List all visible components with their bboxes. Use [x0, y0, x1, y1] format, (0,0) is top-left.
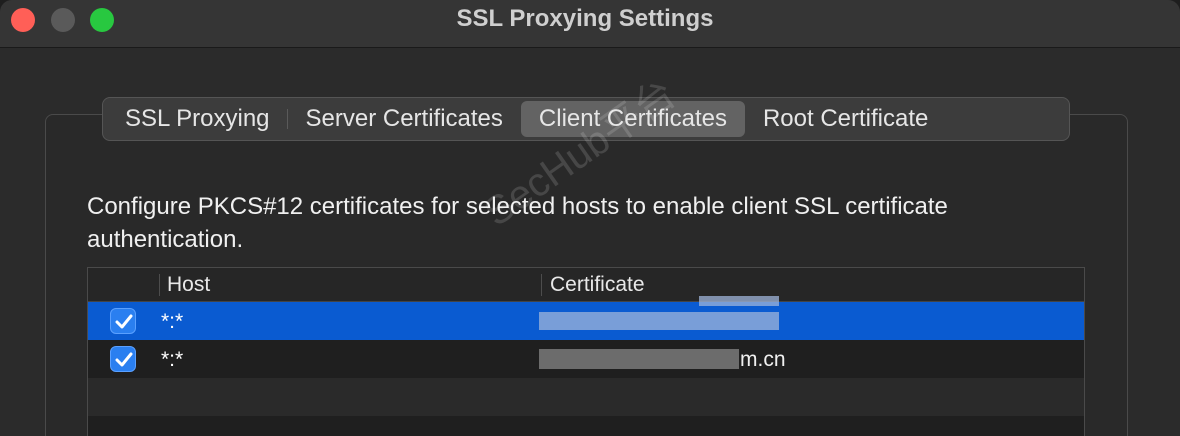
- host-cell: *:*: [161, 310, 184, 333]
- redacted-certificate-cell: [539, 312, 779, 330]
- column-separator[interactable]: [541, 274, 542, 296]
- redaction-block: [699, 296, 779, 306]
- column-header-certificate[interactable]: Certificate: [550, 273, 645, 297]
- column-header-host[interactable]: Host: [167, 273, 210, 297]
- checkmark-icon: [115, 314, 133, 329]
- column-separator[interactable]: [159, 274, 160, 296]
- table-header: Host Certificate: [88, 268, 1084, 302]
- table-row[interactable]: *:* m.cn: [88, 340, 1084, 378]
- tab-root-certificate[interactable]: Root Certificate: [745, 101, 946, 137]
- window-title: SSL Proxying Settings: [456, 5, 714, 32]
- tab-ssl-proxying[interactable]: SSL Proxying: [107, 101, 288, 137]
- title-bar[interactable]: SSL Proxying Settings: [0, 0, 1180, 48]
- redacted-certificate-cell: [539, 349, 739, 369]
- tab-server-certificates[interactable]: Server Certificates: [288, 101, 521, 137]
- table-row-empty: [88, 416, 1084, 436]
- table-row-empty: [88, 378, 1084, 416]
- host-cell: *:*: [161, 348, 184, 371]
- enable-checkbox[interactable]: [110, 308, 136, 334]
- settings-window: SSL Proxying Settings SSL Proxying Serve…: [0, 0, 1180, 436]
- client-certificates-table[interactable]: Host Certificate *:* *:* m.cn: [87, 267, 1085, 436]
- certificate-cell: m.cn: [740, 348, 786, 371]
- table-row[interactable]: *:*: [88, 296, 1084, 340]
- description-text: Configure PKCS#12 certificates for selec…: [87, 193, 948, 253]
- enable-checkbox[interactable]: [110, 346, 136, 372]
- checkmark-icon: [115, 352, 133, 367]
